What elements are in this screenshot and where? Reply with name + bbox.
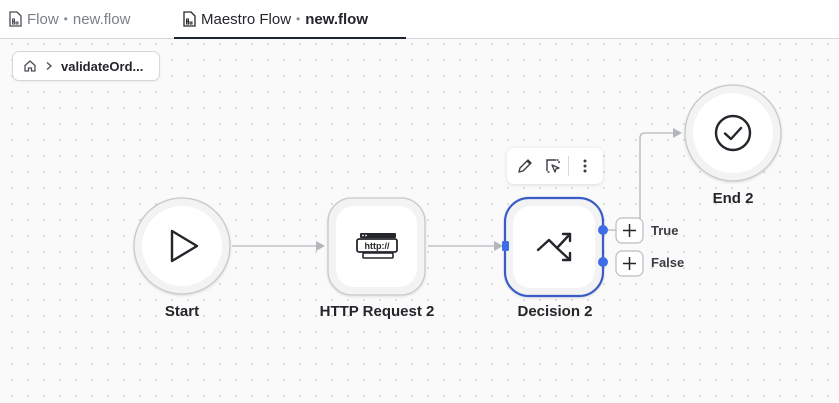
decision-input-port[interactable] [502,241,509,251]
more-vertical-icon [583,159,587,173]
edge-start-http[interactable] [232,241,325,251]
node-start[interactable] [133,197,231,295]
node-end[interactable] [684,84,782,182]
node-http-request[interactable]: http:// [327,197,426,296]
add-true-branch-button[interactable] [615,217,644,244]
more-options-button[interactable] [573,154,597,178]
add-false-branch-button[interactable] [615,250,644,277]
decision-true-port[interactable] [598,225,608,235]
node-end-label: End 2 [712,190,754,207]
node-decision-label: Decision 2 [517,303,593,320]
node-toolbar [507,148,603,184]
node-start-label: Start [164,303,200,320]
select-button[interactable] [541,154,565,178]
node-decision[interactable] [502,196,608,298]
toolbar-divider [568,156,570,176]
http-icon-text: http:// [365,241,390,251]
branch-true-label: True [651,223,679,238]
edge-true-end[interactable] [608,128,682,231]
edge-http-decision[interactable] [428,241,503,251]
select-icon [545,159,560,173]
branch-false-label: False [651,255,685,270]
decision-false-port[interactable] [598,257,608,267]
edit-icon [518,159,532,173]
edit-button[interactable] [513,154,537,178]
node-http-label: HTTP Request 2 [319,303,435,320]
